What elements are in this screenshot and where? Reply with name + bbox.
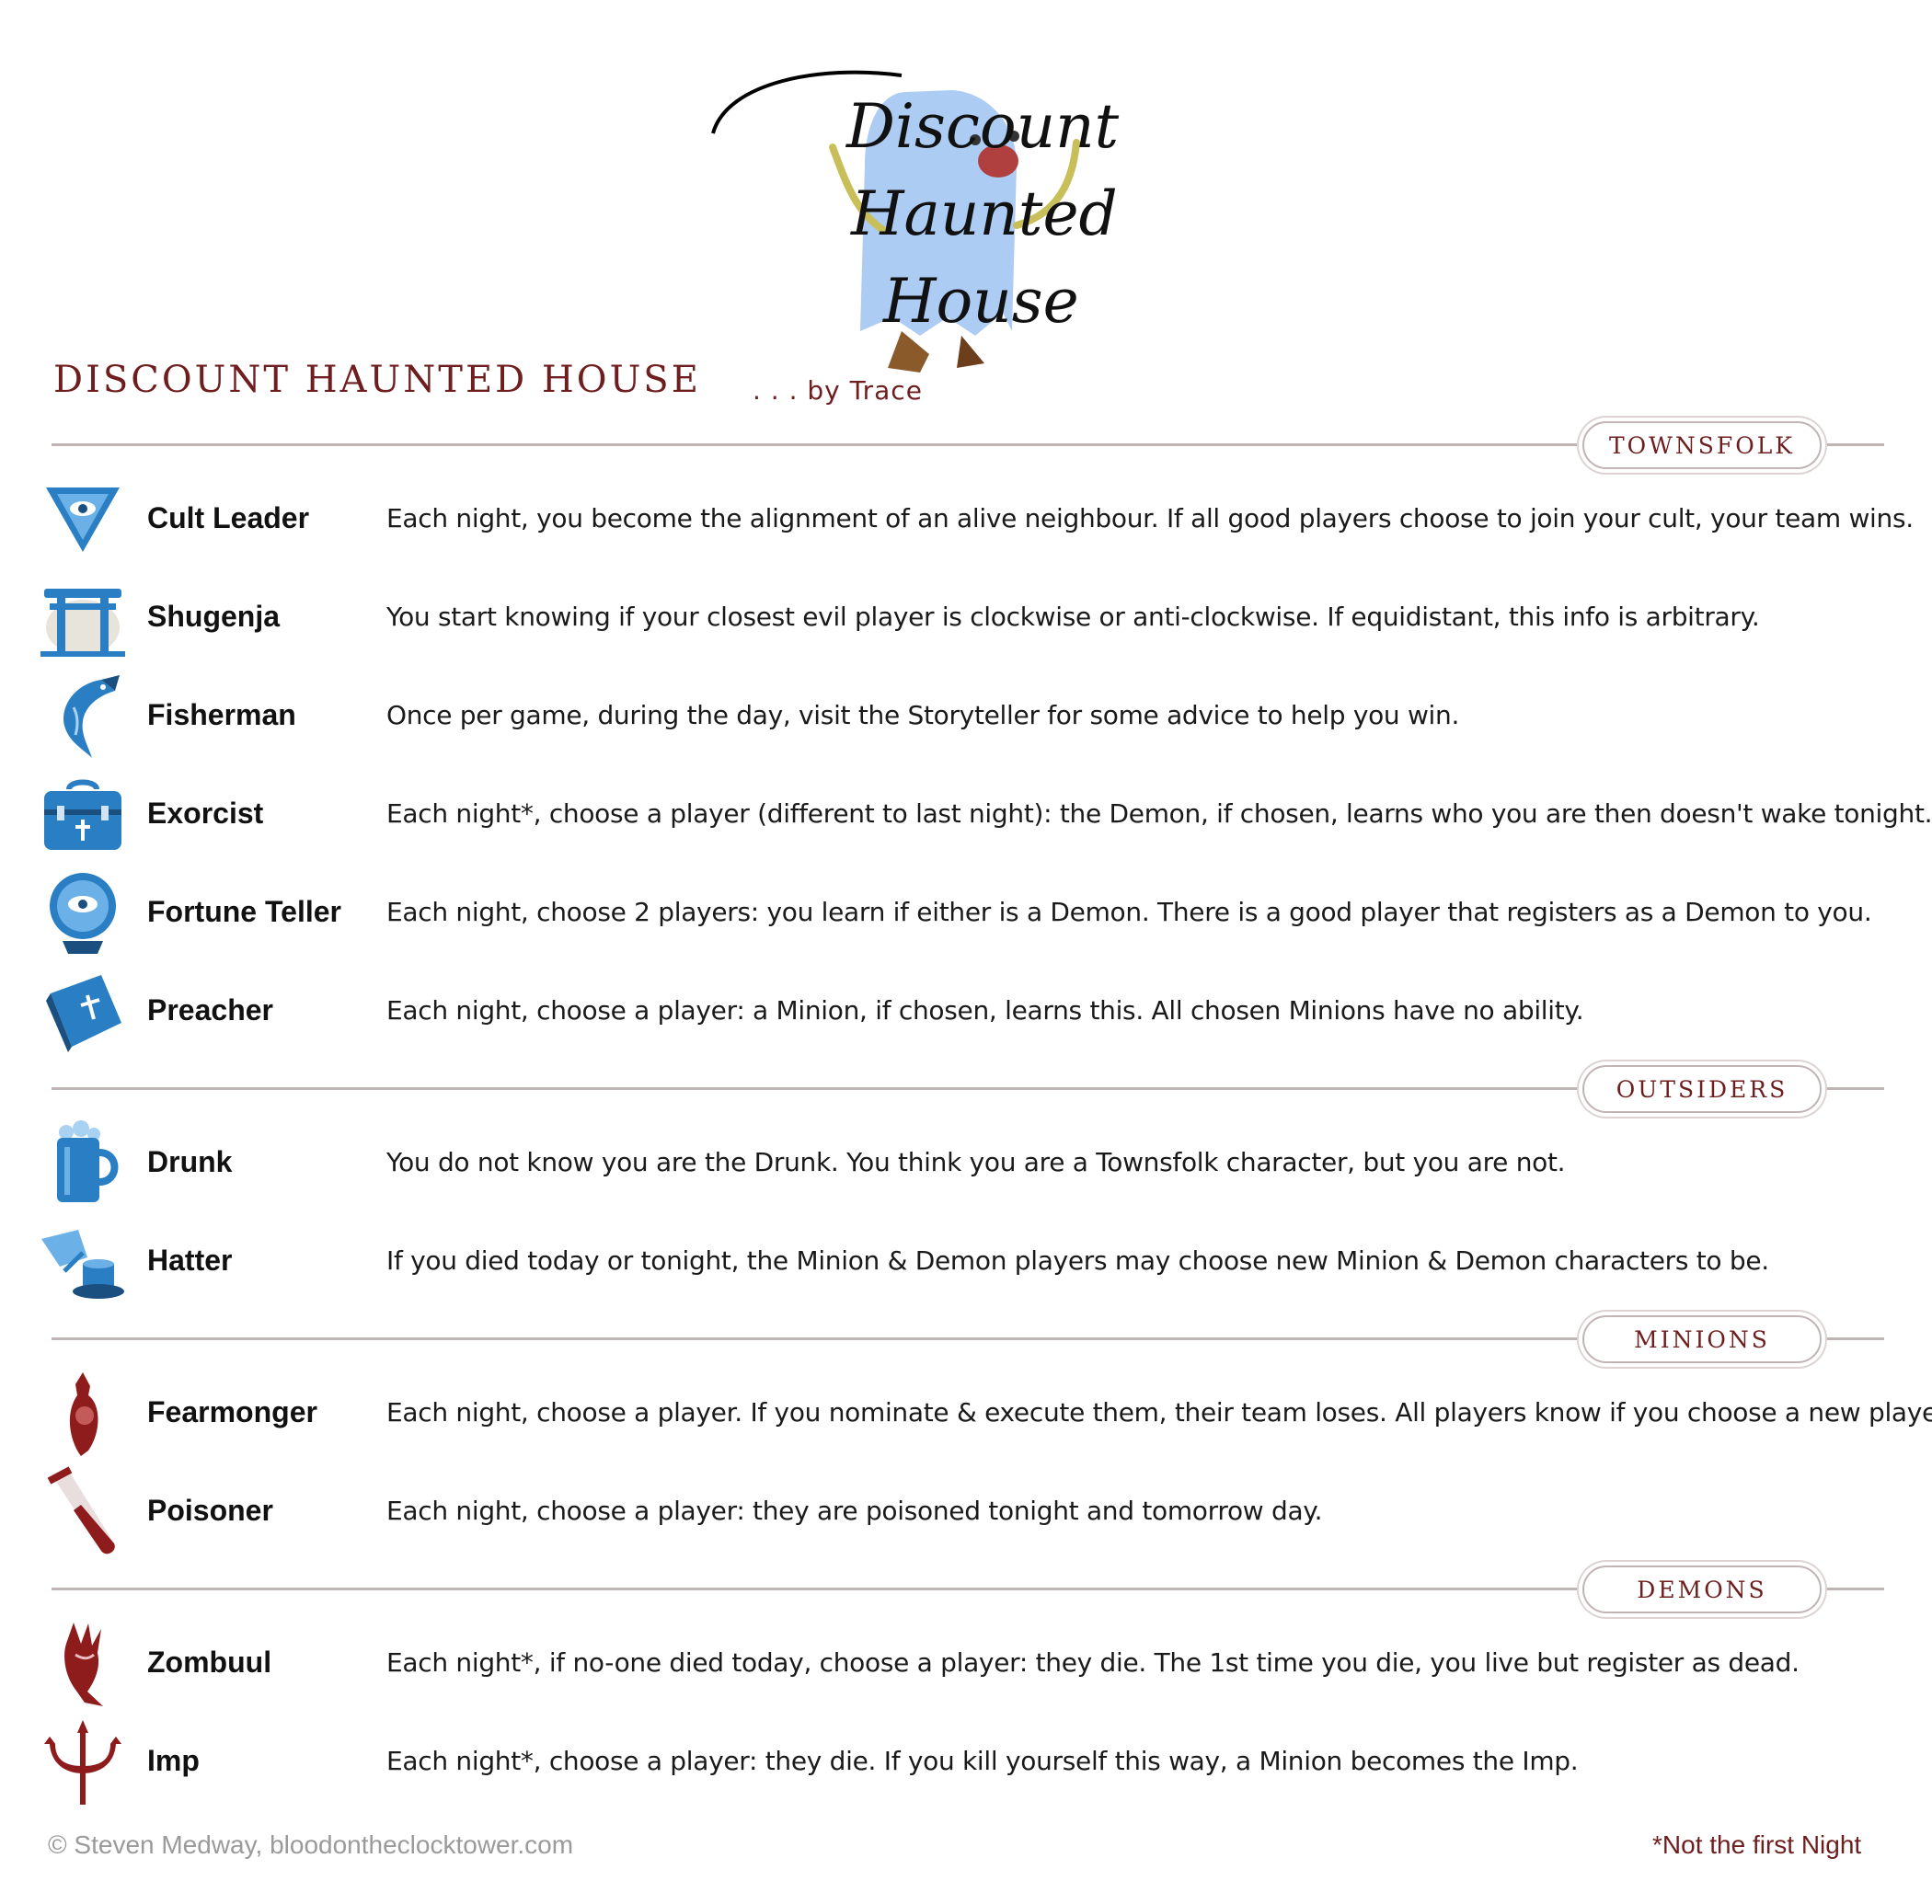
script-title: DISCOUNT HAUNTED HOUSE xyxy=(53,359,701,401)
character-ability: Each night, you become the alignment of … xyxy=(386,503,1914,533)
character-ability: Each night, choose a player. If you nomi… xyxy=(386,1397,1932,1428)
imp-icon xyxy=(44,1720,121,1805)
character-ability: You do not know you are the Drunk. You t… xyxy=(386,1147,1566,1177)
character-name: Imp xyxy=(147,1744,200,1777)
character-name: Hatter xyxy=(147,1244,233,1277)
character-name: Zombuul xyxy=(147,1646,272,1679)
character-name: Fisherman xyxy=(147,698,296,731)
character-name: Preacher xyxy=(147,993,273,1027)
logo-word-1: Discount xyxy=(845,91,1120,162)
character-name: Cult Leader xyxy=(147,501,310,534)
poisoner-icon xyxy=(47,1466,115,1554)
character-ability: Each night*, if no-one died today, choos… xyxy=(386,1647,1800,1678)
character-ability: Each night*, choose a player: they die. … xyxy=(386,1746,1579,1776)
team-label-townsfolk: TOWNSFOLK xyxy=(1582,421,1822,469)
drunk-icon xyxy=(57,1120,119,1202)
character-ability: Once per game, during the day, visit the… xyxy=(386,700,1460,730)
zombuul-icon xyxy=(64,1623,103,1706)
character-row: Poisoner Each night, choose a player: th… xyxy=(37,1466,1895,1558)
logo-word-2: Haunted xyxy=(850,178,1118,249)
character-row: Cult Leader Each night, you become the a… xyxy=(37,474,1914,566)
character-name: Exorcist xyxy=(147,797,264,830)
character-name: Shugenja xyxy=(147,600,281,633)
logo-word-3: House xyxy=(882,266,1079,337)
shugenja-icon xyxy=(40,589,125,657)
character-ability: Each night, choose 2 players: you learn … xyxy=(386,897,1872,927)
character-name: Fearmonger xyxy=(147,1395,317,1428)
character-row: Fisherman Once per game, during the day,… xyxy=(37,671,1895,763)
character-row: Shugenja You start knowing if your close… xyxy=(37,572,1895,664)
script-author: . . . by Trace xyxy=(753,375,923,406)
character-name: Fortune Teller xyxy=(147,895,341,928)
preacher-icon xyxy=(46,975,121,1052)
team-label-minions: MINIONS xyxy=(1582,1315,1822,1363)
hatter-icon xyxy=(41,1230,124,1299)
character-row: Fortune Teller Each night, choose 2 play… xyxy=(37,867,1895,959)
fearmonger-icon xyxy=(69,1372,98,1456)
character-row: Preacher Each night, choose a player: a … xyxy=(37,966,1895,1058)
character-ability: If you died today or tonight, the Minion… xyxy=(386,1245,1769,1276)
fortune-teller-icon xyxy=(50,873,116,954)
script-logo: Discount Haunted House xyxy=(711,70,1120,373)
character-row: Drunk You do not know you are the Drunk.… xyxy=(37,1118,1895,1210)
character-name: Poisoner xyxy=(147,1494,273,1527)
character-ability: You start knowing if your closest evil p… xyxy=(386,602,1760,632)
first-night-note: *Not the first Night xyxy=(1652,1830,1862,1859)
character-ability: Each night, choose a player: they are po… xyxy=(386,1496,1323,1526)
character-row: Fearmonger Each night, choose a player. … xyxy=(37,1368,1932,1460)
character-row: Imp Each night*, choose a player: they d… xyxy=(37,1716,1895,1808)
character-name: Drunk xyxy=(147,1145,233,1178)
character-row: Exorcist Each night*, choose a player (d… xyxy=(37,769,1932,861)
exorcist-icon xyxy=(44,779,121,850)
fisherman-icon xyxy=(63,675,120,758)
team-label-demons: DEMONS xyxy=(1582,1566,1822,1613)
character-ability: Each night, choose a player: a Minion, i… xyxy=(386,995,1584,1026)
cult-leader-icon xyxy=(46,487,120,552)
copyright-notice: © Steven Medway, bloodontheclocktower.co… xyxy=(48,1830,574,1859)
character-row: Zombuul Each night*, if no-one died toda… xyxy=(37,1618,1895,1710)
character-row: Hatter If you died today or tonight, the… xyxy=(37,1216,1895,1308)
character-ability: Each night*, choose a player (different … xyxy=(386,798,1932,829)
team-label-outsiders: OUTSIDERS xyxy=(1582,1065,1822,1113)
